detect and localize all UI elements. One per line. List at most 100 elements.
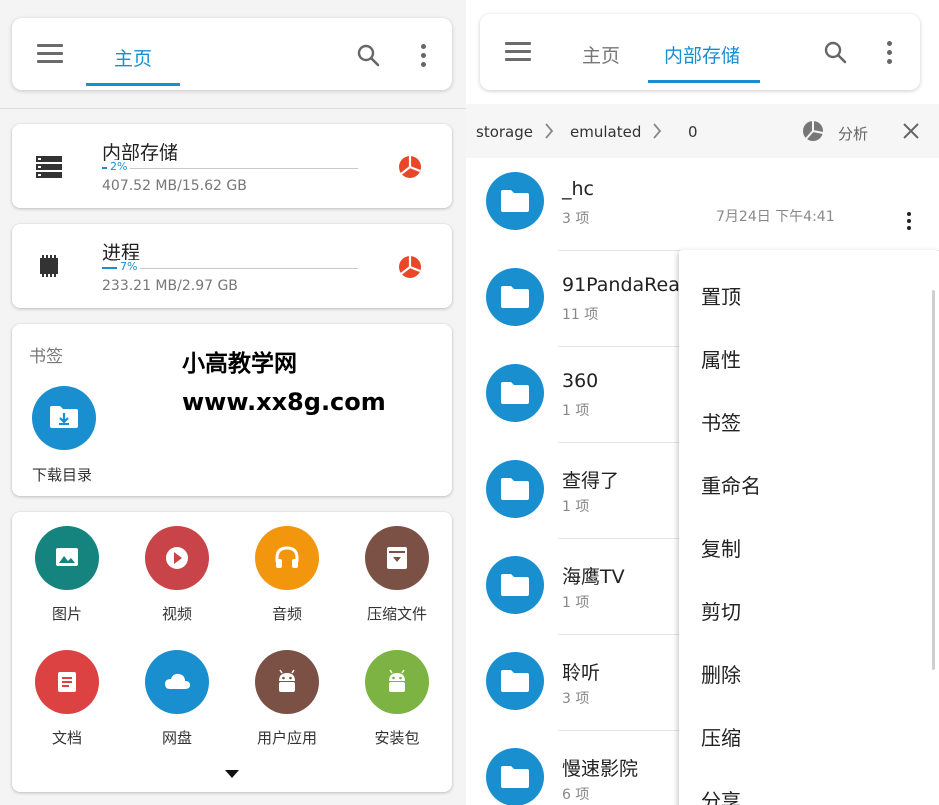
category-label: 文档 bbox=[51, 729, 82, 747]
android-icon bbox=[279, 669, 295, 692]
menu-item[interactable]: 剪切 bbox=[701, 596, 741, 625]
folder-item-count: 3 项 bbox=[562, 211, 590, 227]
folder-icon-circle[interactable] bbox=[486, 268, 544, 326]
cloud-icon bbox=[165, 673, 190, 689]
folder-name[interactable]: 91PandaRea bbox=[562, 274, 680, 296]
folder-name[interactable]: 聆听 bbox=[562, 658, 600, 685]
menu-item[interactable]: 书签 bbox=[701, 407, 741, 436]
storage-toolbar: 主页 内部存储 bbox=[480, 14, 920, 90]
folder-icon bbox=[501, 286, 529, 308]
folder-icon bbox=[501, 670, 529, 692]
category-label: 图片 bbox=[51, 605, 82, 623]
archive-icon bbox=[387, 547, 407, 569]
folder-icon-circle[interactable] bbox=[486, 652, 544, 710]
tab-internal-storage[interactable]: 内部存储 bbox=[664, 41, 740, 68]
category-cloud-button[interactable] bbox=[145, 650, 209, 714]
category-label: 网盘 bbox=[161, 729, 192, 747]
tab-home[interactable]: 主页 bbox=[582, 41, 620, 68]
categories-card: 图片 视频 音频 压缩文件文档 网盘 用户应用 安装包 bbox=[12, 512, 452, 792]
menu-item[interactable]: 属性 bbox=[701, 344, 741, 373]
category-label: 视频 bbox=[161, 605, 192, 623]
breadcrumb-emulated[interactable]: emulated bbox=[570, 123, 641, 141]
pie-chart-icon[interactable] bbox=[398, 255, 422, 279]
menu-item[interactable]: 删除 bbox=[701, 659, 741, 688]
breadcrumb-0[interactable]: 0 bbox=[688, 123, 698, 141]
folder-name[interactable]: 慢速影院 bbox=[562, 754, 638, 781]
chevron-right-icon bbox=[545, 123, 554, 139]
tab-indicator bbox=[86, 83, 180, 86]
pie-chart-icon[interactable] bbox=[398, 155, 422, 179]
folder-more-icon[interactable] bbox=[907, 212, 913, 236]
folder-date: 7月24日 下午4:41 bbox=[716, 209, 835, 225]
search-icon[interactable] bbox=[356, 43, 380, 67]
menu-item[interactable]: 重命名 bbox=[701, 470, 761, 499]
storage-bar-track bbox=[102, 168, 358, 169]
menu-icon[interactable] bbox=[37, 44, 63, 64]
folder-icon-circle[interactable] bbox=[486, 364, 544, 422]
category-play-button[interactable] bbox=[145, 526, 209, 590]
home-toolbar: 主页 bbox=[12, 18, 452, 90]
more-icon[interactable] bbox=[421, 44, 427, 68]
folder-name[interactable]: 查得了 bbox=[562, 466, 619, 493]
folder-icon bbox=[501, 382, 529, 404]
storage-usage: 407.52 MB/15.62 GB bbox=[102, 178, 247, 194]
folder-name[interactable]: _hc bbox=[562, 178, 594, 200]
folder-icon bbox=[501, 574, 529, 596]
menu-scrollbar[interactable] bbox=[932, 290, 935, 670]
folder-item-count: 1 项 bbox=[562, 595, 590, 611]
category-android-button[interactable] bbox=[365, 650, 429, 714]
category-label: 压缩文件 bbox=[366, 605, 427, 623]
process-percent: 7% bbox=[117, 260, 141, 273]
category-document-button[interactable] bbox=[35, 650, 99, 714]
watermark-title: 小高教学网 bbox=[182, 351, 297, 377]
storage-pane: 主页 内部存储 storage emulated 0 分析 _hc 3 项 91Pa bbox=[466, 0, 939, 805]
folder-item-count: 11 项 bbox=[562, 307, 599, 323]
folder-item-count: 6 项 bbox=[562, 787, 590, 803]
menu-item[interactable]: 置顶 bbox=[701, 281, 741, 310]
menu-item[interactable]: 复制 bbox=[701, 533, 741, 562]
tab-home[interactable]: 主页 bbox=[114, 44, 152, 71]
category-label: 音频 bbox=[271, 605, 302, 623]
folder-name[interactable]: 海鹰TV bbox=[562, 562, 625, 589]
folder-icon-circle[interactable] bbox=[486, 460, 544, 518]
storage-percent: 2% bbox=[107, 160, 131, 173]
category-android-button[interactable] bbox=[255, 650, 319, 714]
folder-item-count: 3 项 bbox=[562, 691, 590, 707]
menu-item[interactable]: 分享 bbox=[701, 785, 741, 805]
headphones-icon bbox=[275, 546, 299, 568]
process-card[interactable]: 进程 7% 233.21 MB/2.97 GB bbox=[12, 224, 452, 308]
folder-icon-circle[interactable] bbox=[486, 556, 544, 614]
search-icon[interactable] bbox=[823, 40, 847, 64]
toolbar-divider bbox=[0, 108, 466, 109]
close-icon[interactable] bbox=[903, 123, 919, 139]
pie-chart-icon[interactable] bbox=[802, 120, 824, 142]
watermark-url: www.xx8g.com bbox=[182, 388, 386, 416]
download-folder-icon bbox=[50, 406, 78, 428]
tab-indicator bbox=[648, 80, 760, 83]
android-icon bbox=[389, 669, 405, 692]
home-pane: 主页 内部存储 2% 407.52 MB/15.62 GB 进程 7% 233.… bbox=[0, 0, 466, 805]
storage-card[interactable]: 内部存储 2% 407.52 MB/15.62 GB bbox=[12, 124, 452, 208]
category-label: 安装包 bbox=[374, 729, 420, 747]
more-icon[interactable] bbox=[887, 41, 893, 65]
folder-name[interactable]: 360 bbox=[562, 370, 598, 392]
process-usage: 233.21 MB/2.97 GB bbox=[102, 278, 238, 294]
category-archive-button[interactable] bbox=[365, 526, 429, 590]
breadcrumb: storage emulated 0 分析 bbox=[466, 104, 939, 158]
menu-item[interactable]: 压缩 bbox=[701, 722, 741, 751]
menu-icon[interactable] bbox=[505, 42, 531, 62]
category-label: 用户应用 bbox=[256, 729, 317, 747]
expand-arrow-icon[interactable] bbox=[225, 770, 239, 778]
folder-icon-circle[interactable] bbox=[486, 748, 544, 805]
category-image-button[interactable] bbox=[35, 526, 99, 590]
breadcrumb-storage[interactable]: storage bbox=[476, 123, 533, 141]
document-icon bbox=[58, 672, 76, 692]
download-folder-label: 下载目录 bbox=[32, 466, 93, 484]
category-headphones-button[interactable] bbox=[255, 526, 319, 590]
download-folder-bookmark[interactable] bbox=[32, 386, 96, 450]
folder-item-count: 1 项 bbox=[562, 499, 590, 515]
folder-icon-circle[interactable] bbox=[486, 172, 544, 230]
analyze-button[interactable]: 分析 bbox=[838, 123, 868, 144]
play-icon bbox=[166, 547, 188, 569]
folder-icon bbox=[501, 766, 529, 788]
